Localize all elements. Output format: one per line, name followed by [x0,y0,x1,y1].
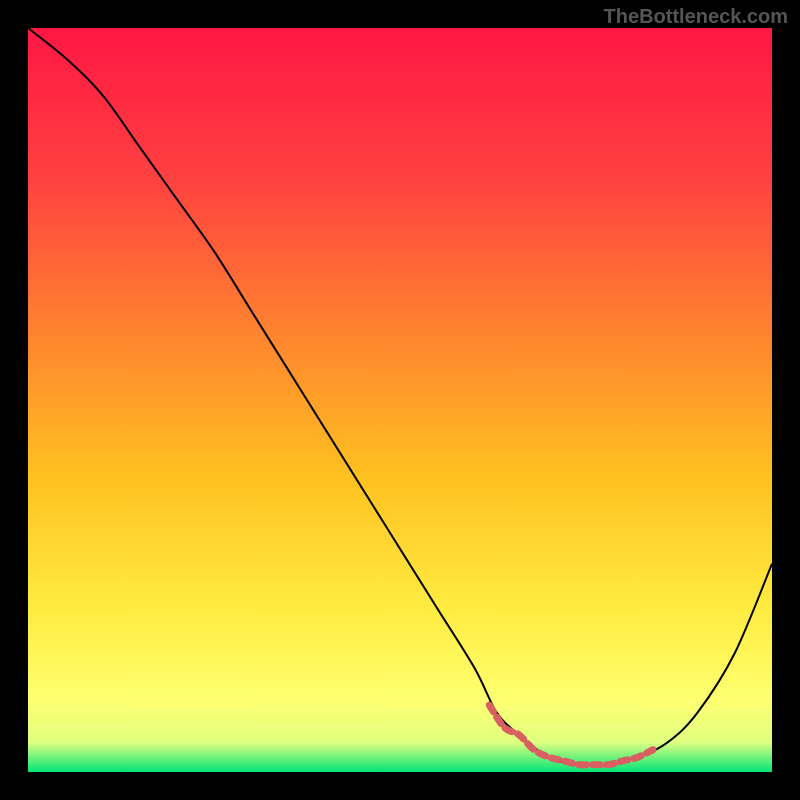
chart-container [28,28,772,772]
curve-overlay [28,28,772,772]
watermark-text: TheBottleneck.com [604,6,788,29]
highlight-curve-line [489,705,653,765]
main-curve-line [28,28,772,766]
